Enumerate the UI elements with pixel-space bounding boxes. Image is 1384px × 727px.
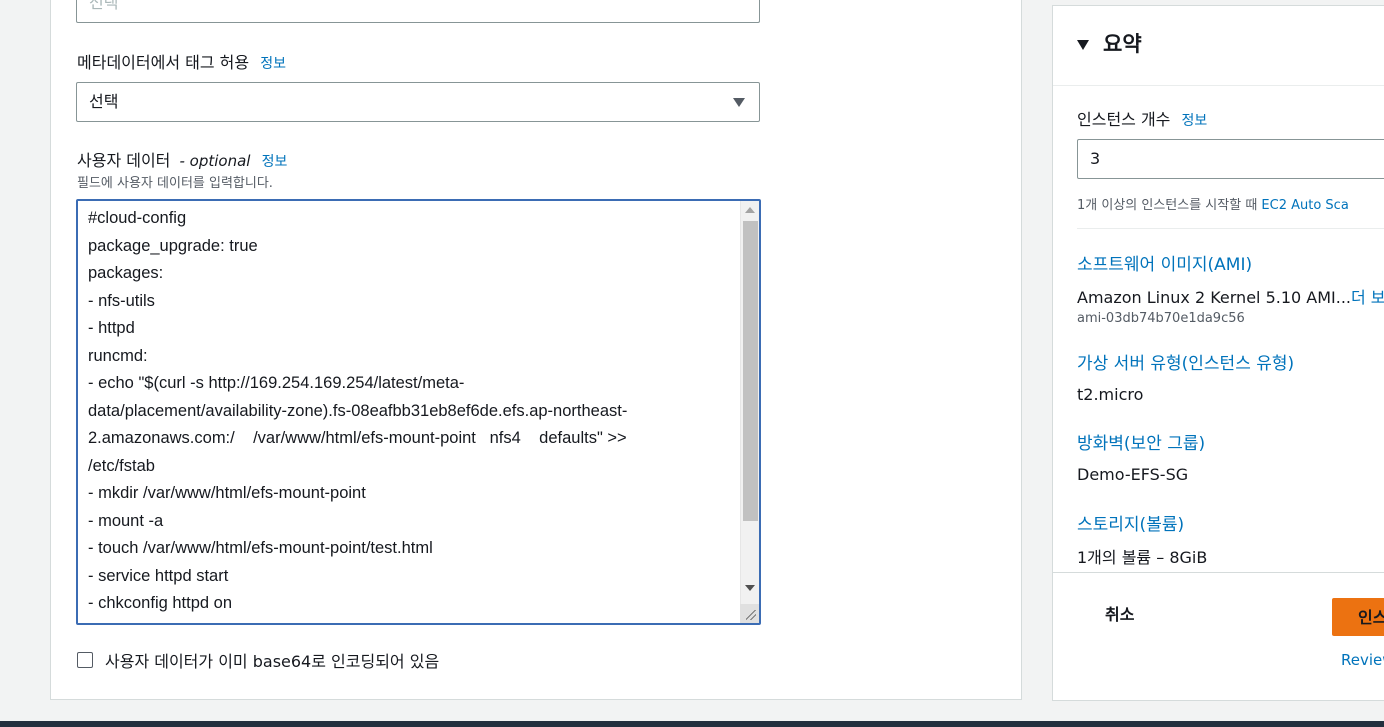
scroll-down-arrow-icon[interactable]: [745, 585, 755, 591]
code-line: - httpd: [88, 319, 135, 337]
storage-heading-link[interactable]: 스토리지(볼륨): [1077, 510, 1184, 535]
user-data-textarea[interactable]: #cloud-config package_upgrade: true pack…: [76, 199, 761, 625]
instance-type-heading-link[interactable]: 가상 서버 유형(인스턴스 유형): [1077, 349, 1294, 374]
instance-count-label-text: 인스턴스 개수: [1077, 110, 1171, 129]
metadata-tags-select-value: 선택: [89, 92, 119, 111]
summary-title: 요약: [1103, 32, 1142, 56]
code-line: packages:: [88, 264, 164, 282]
textarea-scrollbar[interactable]: [740, 201, 759, 623]
user-data-info-link[interactable]: 정보: [262, 154, 288, 170]
storage-value: 1개의 볼륨 – 8GiB: [1077, 548, 1208, 567]
instance-count-input[interactable]: 3: [1077, 139, 1384, 179]
code-line: runcmd:: [88, 346, 148, 365]
user-data-description: 필드에 사용자 데이터를 입력합니다.: [77, 176, 273, 191]
code-line: #cloud-config: [88, 209, 187, 227]
code-line: - service httpd start: [88, 566, 229, 585]
code-line: - chkconfig httpd on: [88, 594, 233, 612]
base64-checkbox-row[interactable]: 사용자 데이터가 이미 base64로 인코딩되어 있음: [77, 648, 439, 672]
caret-down-icon: [733, 98, 745, 107]
ami-id: ami-03db74b70e1da9c56: [1077, 311, 1245, 326]
user-data-label-text: 사용자 데이터: [77, 151, 171, 170]
ami-name: Amazon Linux 2 Kernel 5.10 AMI...: [1077, 288, 1351, 307]
cancel-button[interactable]: 취소: [1105, 601, 1134, 625]
summary-panel: 요약 인스턴스 개수 정보 3 1개 이상의 인스턴스를 시작할 때 EC2 A…: [1052, 5, 1384, 573]
auto-scaling-link[interactable]: EC2 Auto Sca: [1261, 198, 1348, 213]
code-line: package_upgrade: true: [88, 236, 258, 255]
code-line: - mkdir /var/www/html/efs-mount-point: [88, 484, 366, 502]
metadata-tags-info-link[interactable]: 정보: [260, 56, 286, 72]
base64-checkbox[interactable]: [77, 652, 93, 668]
launch-instance-button[interactable]: 인스: [1332, 598, 1384, 636]
divider: [1077, 228, 1384, 229]
user-data-content: #cloud-config package_upgrade: true pack…: [88, 205, 728, 618]
ami-value: Amazon Linux 2 Kernel 5.10 AMI...더 보: [1077, 284, 1384, 308]
code-line: - touch /var/www/html/efs-mount-point/te…: [88, 539, 433, 557]
metadata-tags-label-text: 메타데이터에서 태그 허용: [77, 53, 250, 72]
security-group-value: Demo-EFS-SG: [1077, 465, 1189, 484]
code-line: 2.amazonaws.com:/ /var/www/html/efs-moun…: [88, 429, 627, 447]
scrollbar-thumb[interactable]: [743, 221, 758, 521]
code-line: - mount -a: [88, 511, 164, 530]
ami-more-link[interactable]: 더 보: [1351, 288, 1384, 307]
instance-count-label: 인스턴스 개수 정보: [1077, 106, 1207, 130]
metadata-tags-label: 메타데이터에서 태그 허용 정보: [77, 49, 286, 73]
top-select-partial[interactable]: 선택: [76, 0, 760, 23]
hint-text: 1개 이상의 인스턴스를 시작할 때: [1077, 198, 1262, 213]
top-select-placeholder: 선택: [89, 0, 119, 12]
base64-checkbox-label: 사용자 데이터가 이미 base64로 인코딩되어 있음: [105, 652, 440, 671]
resize-handle-icon[interactable]: [740, 604, 759, 623]
optional-tag: - optional: [179, 152, 251, 170]
review-link[interactable]: Review: [1341, 651, 1384, 669]
code-line: - echo "$(curl -s http://169.254.169.254…: [88, 374, 465, 392]
metadata-tags-select[interactable]: 선택: [76, 82, 760, 122]
bottom-bar: [0, 721, 1384, 727]
instance-type-value: t2.micro: [1077, 385, 1144, 404]
code-line: data/placement/availability-zone).fs-08e…: [88, 401, 628, 420]
code-line: /etc/fstab: [88, 456, 155, 475]
summary-footer: 취소 인스 Review: [1052, 573, 1384, 701]
code-line: - nfs-utils: [88, 291, 155, 310]
scroll-up-arrow-icon[interactable]: [745, 207, 755, 213]
instance-count-info-link[interactable]: 정보: [1182, 113, 1208, 129]
user-data-label: 사용자 데이터 - optional 정보: [77, 147, 287, 171]
summary-header[interactable]: 요약: [1053, 6, 1384, 86]
collapse-caret-icon[interactable]: [1077, 40, 1089, 50]
ami-heading-link[interactable]: 소프트웨어 이미지(AMI): [1077, 250, 1252, 275]
instance-count-hint: 1개 이상의 인스턴스를 시작할 때 EC2 Auto Sca: [1077, 194, 1349, 213]
instance-count-value: 3: [1090, 149, 1101, 168]
instance-form-panel: 선택 메타데이터에서 태그 허용 정보 선택 사용자 데이터 - optiona…: [50, 0, 1022, 700]
security-group-heading-link[interactable]: 방화벽(보안 그룹): [1077, 429, 1205, 454]
